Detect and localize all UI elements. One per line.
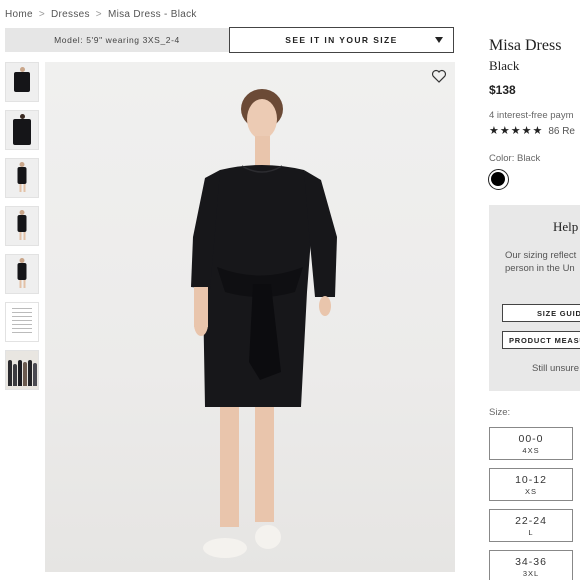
dress-image — [17, 210, 27, 240]
still-unsure-text: Still unsure — [532, 363, 579, 374]
model-wearing-dress-image — [191, 89, 337, 558]
size-value: 22-24 — [515, 515, 547, 527]
model-info-bar: Model: 5'9" wearing 3XS_2-4 — [5, 28, 229, 52]
breadcrumb: Home > Dresses > Misa Dress - Black — [5, 9, 197, 20]
color-swatch-black[interactable] — [488, 169, 509, 190]
thumbnail-5[interactable] — [5, 254, 39, 294]
size-value: 00-0 — [518, 433, 544, 445]
review-count[interactable]: 86 Re — [548, 126, 575, 137]
dress-image — [13, 114, 31, 145]
thumbnail-3[interactable] — [5, 158, 39, 198]
help-text: Our sizing reflect person in the Un — [505, 249, 576, 275]
main-product-image — [45, 62, 455, 572]
size-option-22-24[interactable]: 22-24 L — [489, 509, 573, 542]
thumbnail-1[interactable] — [5, 62, 39, 102]
product-measurements-button[interactable]: PRODUCT MEASUR — [502, 331, 580, 349]
size-label: Size: — [489, 407, 511, 418]
help-text-line-1: Our sizing reflect — [505, 250, 577, 261]
size-value: 10-12 — [515, 474, 547, 486]
color-label: Color: Black — [489, 153, 541, 164]
product-price: $138 — [489, 83, 516, 97]
star-rating-icon: ★★★★★ — [489, 125, 544, 137]
thumbnail-4[interactable] — [5, 206, 39, 246]
color-swatch-fill — [491, 172, 505, 186]
heart-outline-icon[interactable] — [431, 68, 447, 84]
size-value: 34-36 — [515, 556, 547, 568]
rating[interactable]: ★★★★★ 86 Re — [489, 124, 575, 137]
breadcrumb-dresses[interactable]: Dresses — [51, 9, 90, 20]
product-color-name: Black — [489, 58, 520, 73]
help-text-line-2: person in the Un — [505, 263, 575, 274]
size-option-34-36[interactable]: 34-36 3XL — [489, 550, 573, 580]
product-title: Misa Dress — [489, 37, 562, 54]
size-letter: XS — [524, 487, 537, 496]
thumbnail-gallery — [5, 62, 39, 398]
installments-info[interactable]: 4 interest-free paym — [489, 110, 573, 121]
breadcrumb-current: Misa Dress - Black — [107, 9, 197, 20]
size-letter: 4XS — [522, 446, 540, 455]
caret-down-icon — [435, 37, 443, 43]
breadcrumb-separator: > — [95, 9, 102, 20]
size-letter: L — [528, 528, 534, 537]
thumbnail-group-photo[interactable] — [5, 350, 39, 390]
sizing-help-panel: Help Our sizing reflect person in the Un … — [489, 205, 580, 391]
see-it-in-your-size-dropdown[interactable]: SEE IT IN YOUR SIZE — [229, 27, 454, 53]
size-option-10-12[interactable]: 10-12 XS — [489, 468, 573, 501]
size-letter: 3XL — [522, 569, 540, 578]
dress-image — [14, 67, 30, 92]
size-guide-button[interactable]: SIZE GUID — [502, 304, 580, 322]
thumbnail-2[interactable] — [5, 110, 39, 150]
breadcrumb-separator: > — [38, 9, 46, 20]
thumbnail-size-chart[interactable] — [5, 302, 39, 342]
size-option-00-0[interactable]: 00-0 4XS — [489, 427, 573, 460]
help-title: Help — [553, 219, 579, 234]
dress-image — [17, 162, 27, 192]
see-it-in-your-size-label: SEE IT IN YOUR SIZE — [285, 35, 398, 45]
dress-image — [17, 258, 27, 288]
breadcrumb-home[interactable]: Home — [5, 9, 33, 20]
